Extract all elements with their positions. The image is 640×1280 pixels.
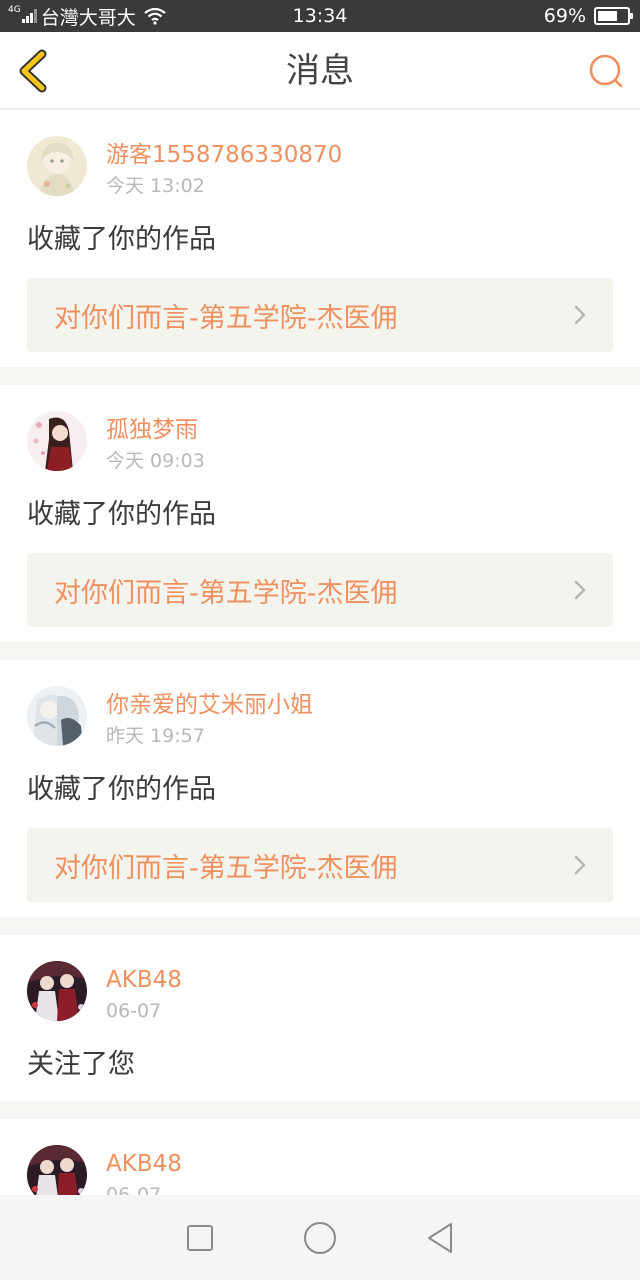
username[interactable]: AKB48 bbox=[106, 1149, 182, 1179]
avatar[interactable] bbox=[27, 961, 87, 1021]
avatar[interactable] bbox=[27, 686, 87, 746]
message-card: 游客1558786330870 今天 13:02 收藏了你的作品 对你们而言-第… bbox=[0, 110, 640, 367]
battery-icon bbox=[594, 7, 633, 25]
work-link[interactable]: 对你们而言-第五学院-杰医佣 bbox=[27, 553, 613, 627]
message-card: AKB48 06-07 关注了您 bbox=[0, 935, 640, 1101]
message-list: 游客1558786330870 今天 13:02 收藏了你的作品 对你们而言-第… bbox=[0, 110, 640, 1280]
work-title: 对你们而言-第五学院-杰医佣 bbox=[54, 577, 398, 609]
message-card: 孤独梦雨 今天 09:03 收藏了你的作品 对你们而言-第五学院-杰医佣 bbox=[0, 385, 640, 642]
message-time: 06-07 bbox=[106, 1000, 162, 1022]
carrier-name: 台灣大哥大 bbox=[40, 6, 136, 29]
battery-level bbox=[598, 11, 618, 21]
message-action: 收藏了你的作品 bbox=[27, 499, 216, 530]
avatar[interactable] bbox=[27, 411, 87, 471]
message-user-row: AKB48 06-07 bbox=[27, 961, 613, 1027]
work-title: 对你们而言-第五学院-杰医佣 bbox=[54, 302, 398, 334]
network-type: 4G bbox=[8, 4, 21, 15]
work-title: 对你们而言-第五学院-杰医佣 bbox=[54, 852, 398, 884]
home-circle-icon[interactable] bbox=[302, 1220, 338, 1256]
chevron-right-icon bbox=[574, 305, 586, 325]
message-user-row: 你亲爱的艾米丽小姐 昨天 19:57 bbox=[27, 686, 613, 752]
user-meta: 游客1558786330870 今天 13:02 bbox=[106, 136, 342, 200]
recents-square-icon[interactable] bbox=[182, 1220, 218, 1256]
username[interactable]: 游客1558786330870 bbox=[106, 140, 342, 170]
message-card: 你亲爱的艾米丽小姐 昨天 19:57 收藏了你的作品 对你们而言-第五学院-杰医… bbox=[0, 660, 640, 917]
screen: 4G 台灣大哥大 13:34 69% 消息 游客1558786330870 今天… bbox=[0, 0, 640, 1280]
chevron-right-icon bbox=[574, 855, 586, 875]
work-link[interactable]: 对你们而言-第五学院-杰医佣 bbox=[27, 278, 613, 352]
signal-icon bbox=[21, 9, 38, 23]
username[interactable]: 你亲爱的艾米丽小姐 bbox=[106, 690, 313, 720]
system-nav-bar bbox=[0, 1195, 640, 1280]
chevron-right-icon bbox=[574, 580, 586, 600]
username[interactable]: 孤独梦雨 bbox=[106, 415, 205, 445]
chevron-left-icon[interactable] bbox=[12, 48, 56, 94]
user-meta: AKB48 06-07 bbox=[106, 961, 182, 1025]
search-icon[interactable] bbox=[586, 52, 626, 92]
avatar[interactable] bbox=[27, 136, 87, 196]
status-left: 4G 台灣大哥大 bbox=[0, 3, 260, 30]
message-action: 收藏了你的作品 bbox=[27, 224, 216, 255]
wifi-icon bbox=[144, 7, 166, 25]
message-user-row: 孤独梦雨 今天 09:03 bbox=[27, 411, 613, 477]
status-bar: 4G 台灣大哥大 13:34 69% bbox=[0, 0, 640, 32]
user-meta: 你亲爱的艾米丽小姐 昨天 19:57 bbox=[106, 686, 313, 750]
message-user-row: 游客1558786330870 今天 13:02 bbox=[27, 136, 613, 202]
message-action: 收藏了你的作品 bbox=[27, 774, 216, 805]
message-time: 今天 09:03 bbox=[106, 450, 205, 472]
status-right: 69% bbox=[543, 0, 633, 32]
app-header: 消息 bbox=[0, 32, 640, 110]
work-link[interactable]: 对你们而言-第五学院-杰医佣 bbox=[27, 828, 613, 902]
username[interactable]: AKB48 bbox=[106, 965, 182, 995]
back-triangle-icon[interactable] bbox=[422, 1220, 458, 1256]
user-meta: 孤独梦雨 今天 09:03 bbox=[106, 411, 205, 475]
message-action: 关注了您 bbox=[27, 1049, 135, 1080]
battery-percent: 69% bbox=[543, 5, 586, 27]
page-title: 消息 bbox=[286, 51, 354, 91]
message-time: 今天 13:02 bbox=[106, 175, 205, 197]
message-time: 昨天 19:57 bbox=[106, 725, 205, 747]
